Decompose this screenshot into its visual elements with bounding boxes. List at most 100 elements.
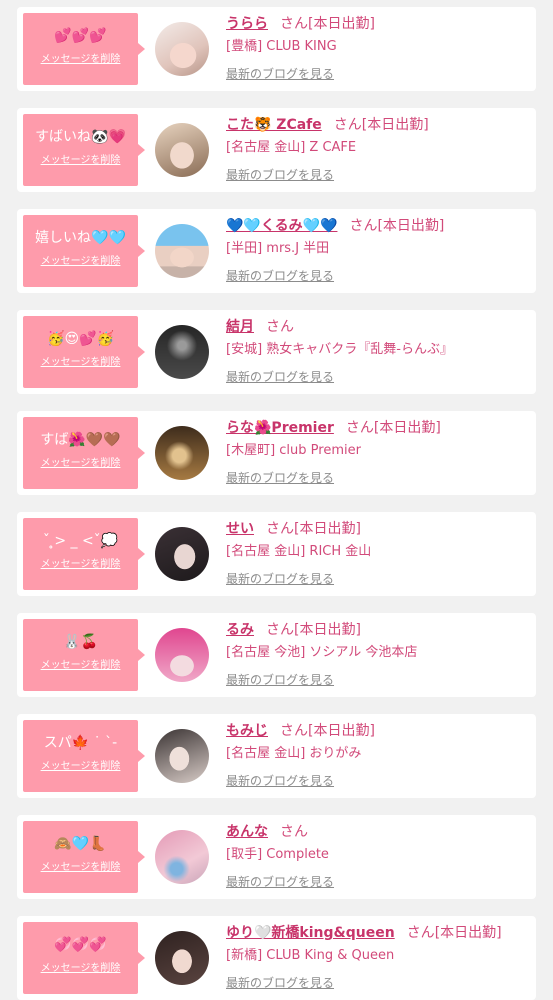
delete-message-link[interactable]: メッセージを削除 [23,457,138,471]
store-label: [名古屋 今池] ソシアル 今池本店 [226,645,418,660]
delete-message-link[interactable]: メッセージを削除 [23,356,138,370]
store-label: [木屋町] club Premier [226,443,361,458]
cast-name-link[interactable]: もみじ [226,723,268,739]
store-label: [取手] Complete [226,847,329,862]
name-line: せい さん[本日出勤] [226,520,361,538]
delete-message-link[interactable]: メッセージを削除 [23,659,138,673]
name-line: らな🌺Premier さん[本日出勤] [226,419,441,437]
latest-blog-link[interactable]: 最新のブログを見る [226,975,334,991]
latest-blog-link[interactable]: 最新のブログを見る [226,167,334,183]
avatar[interactable] [155,931,209,985]
delete-message-link[interactable]: メッセージを削除 [23,154,138,168]
delete-message-link[interactable]: メッセージを削除 [23,255,138,269]
avatar[interactable] [155,628,209,682]
latest-blog-link[interactable]: 最新のブログを見る [226,470,334,486]
latest-blog-link[interactable]: 最新のブログを見る [226,874,334,890]
message-bubble: すばいね🐼💗 メッセージを削除 [23,114,145,186]
name-line: 結月 さん [226,318,294,336]
name-line: こた🐯 ZCafe さん[本日出勤] [226,116,429,134]
message-bubble: すば🌺🤎🤎 メッセージを削除 [23,417,145,489]
store-label: [安城] 熟女キャバクラ『乱舞-らんぶ』 [226,342,453,357]
name-line: ゆり🤍新橋king&queen さん[本日出勤] [226,924,502,942]
avatar[interactable] [155,426,209,480]
cast-name-link[interactable]: ゆり🤍新橋king&queen [226,925,395,941]
message-bubble: 🙈🩵👢 メッセージを削除 [23,821,145,893]
message-card: すば🌺🤎🤎 メッセージを削除 らな🌺Premier さん[本日出勤] [木屋町] … [17,411,536,495]
honorific-label: さん [266,319,294,335]
cast-name-link[interactable]: 結月 [226,319,254,335]
name-line: 💙🩵くるみ🩵💙 さん[本日出勤] [226,217,444,235]
message-text: 💕💕💕 [54,28,107,44]
avatar[interactable] [155,527,209,581]
store-label: [名古屋 金山] RICH 金山 [226,544,372,559]
delete-message-link[interactable]: メッセージを削除 [23,53,138,67]
honorific-label: さん [266,521,294,537]
latest-blog-link[interactable]: 最新のブログを見る [226,369,334,385]
work-status-badge: [本日出勤] [434,925,502,941]
message-card: 💞💞💞 メッセージを削除 ゆり🤍新橋king&queen さん[本日出勤] [新橋… [17,916,536,1000]
message-card: ˇ ̥> _ <ˇ💭 メッセージを削除 せい さん[本日出勤] [名古屋 金山] … [17,512,536,596]
latest-blog-link[interactable]: 最新のブログを見る [226,268,334,284]
work-status-badge: [本日出勤] [361,117,429,133]
message-bubble: 💞💞💞 メッセージを削除 [23,922,145,994]
latest-blog-link[interactable]: 最新のブログを見る [226,66,334,82]
message-list: 💕💕💕 メッセージを削除 うらら さん[本日出勤] [豊橋] CLUB KING … [17,7,536,1000]
honorific-label: さん [345,420,374,436]
message-bubble: 🐰🍒 メッセージを削除 [23,619,145,691]
delete-message-link[interactable]: メッセージを削除 [23,962,138,976]
cast-name-link[interactable]: るみ [226,622,254,638]
message-text: すば🌺🤎🤎 [40,432,121,448]
message-text: スパ🍁 ˙ ˋ- [43,735,118,751]
work-status-badge: [本日出勤] [294,521,361,537]
avatar[interactable] [155,224,209,278]
latest-blog-link[interactable]: 最新のブログを見る [226,672,334,688]
message-card: 嬉しいね🩵🩵 メッセージを削除 💙🩵くるみ🩵💙 さん[本日出勤] [半田] mrs… [17,209,536,293]
avatar[interactable] [155,22,209,76]
honorific-label: さん [333,117,362,133]
delete-message-link[interactable]: メッセージを削除 [23,558,138,572]
message-text: 🥳😍💕🥳 [47,331,114,347]
message-card: スパ🍁 ˙ ˋ- メッセージを削除 もみじ さん[本日出勤] [名古屋 金山] お… [17,714,536,798]
delete-message-link[interactable]: メッセージを削除 [23,861,138,875]
avatar[interactable] [155,729,209,783]
cast-name-link[interactable]: こた🐯 ZCafe [226,117,322,133]
avatar[interactable] [155,830,209,884]
message-text: 💞💞💞 [54,937,107,953]
avatar[interactable] [155,123,209,177]
work-status-badge: [本日出勤] [377,218,445,234]
avatar[interactable] [155,325,209,379]
message-card: 🙈🩵👢 メッセージを削除 あんな さん [取手] Complete 最新のブログを… [17,815,536,899]
message-card: すばいね🐼💗 メッセージを削除 こた🐯 ZCafe さん[本日出勤] [名古屋 金… [17,108,536,192]
message-bubble: ˇ ̥> _ <ˇ💭 メッセージを削除 [23,518,145,590]
store-label: [半田] mrs.J 半田 [226,241,330,256]
cast-name-link[interactable]: 💙🩵くるみ🩵💙 [226,218,337,234]
message-bubble: 💕💕💕 メッセージを削除 [23,13,145,85]
cast-name-link[interactable]: うらら [226,16,268,32]
work-status-badge: [本日出勤] [294,622,361,638]
work-status-badge: [本日出勤] [308,16,375,32]
latest-blog-link[interactable]: 最新のブログを見る [226,571,334,587]
message-bubble: 🥳😍💕🥳 メッセージを削除 [23,316,145,388]
honorific-label: さん [280,824,308,840]
honorific-label: さん [266,622,294,638]
store-label: [名古屋 金山] おりがみ [226,746,362,761]
honorific-label: さん [406,925,435,941]
cast-name-link[interactable]: らな🌺Premier [226,420,334,436]
name-line: あんな さん [226,823,308,841]
cast-name-link[interactable]: せい [226,521,254,537]
message-text: 🙈🩵👢 [54,836,107,852]
store-label: [名古屋 金山] Z CAFE [226,140,357,155]
name-line: もみじ さん[本日出勤] [226,722,375,740]
latest-blog-link[interactable]: 最新のブログを見る [226,773,334,789]
honorific-label: さん [280,723,308,739]
message-bubble: スパ🍁 ˙ ˋ- メッセージを削除 [23,720,145,792]
message-bubble: 嬉しいね🩵🩵 メッセージを削除 [23,215,145,287]
honorific-label: さん [280,16,308,32]
delete-message-link[interactable]: メッセージを削除 [23,760,138,774]
cast-name-link[interactable]: あんな [226,824,268,840]
message-text: すばいね🐼💗 [35,129,126,145]
message-card: 🥳😍💕🥳 メッセージを削除 結月 さん [安城] 熟女キャバクラ『乱舞-らんぶ』 … [17,310,536,394]
work-status-badge: [本日出勤] [373,420,441,436]
message-text: 🐰🍒 [63,634,98,650]
store-label: [新橋] CLUB King & Queen [226,948,395,963]
